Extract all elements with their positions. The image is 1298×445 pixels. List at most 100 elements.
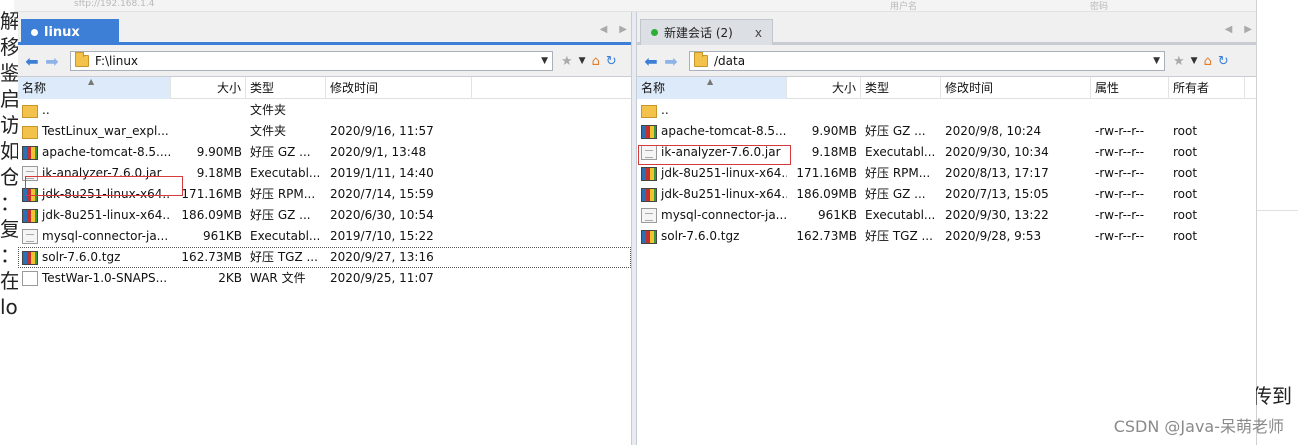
- column-name[interactable]: ▲ 名称: [637, 77, 787, 99]
- background-text-column: 解 移 鉴 启 访 如 仓 ： 复 ： 在 lo: [0, 8, 18, 320]
- file-row[interactable]: jdk-8u251-linux-x64... 171.16MB 好压 RPM... 2…: [18, 184, 631, 205]
- remote-column-header: ▲ 名称 大小 类型 修改时间 属性 所有者: [637, 77, 1256, 99]
- file-owner: [1169, 100, 1245, 121]
- tab-new-session-2[interactable]: 新建会话 (2) x: [640, 19, 773, 45]
- local-path-input[interactable]: F:\linux ▼: [70, 51, 553, 71]
- file-size: 961KB: [202, 229, 242, 243]
- background-right-margin: [1256, 0, 1298, 445]
- chevron-down-icon[interactable]: ▼: [1153, 56, 1160, 66]
- bookmark-star-icon[interactable]: ★: [561, 54, 573, 69]
- bookmark-star-icon[interactable]: ★: [1173, 54, 1185, 69]
- remote-path-text: /data: [714, 54, 746, 68]
- column-type[interactable]: 类型: [861, 77, 941, 99]
- column-attributes[interactable]: 属性: [1091, 77, 1169, 99]
- home-folder-icon[interactable]: ⌂: [592, 54, 600, 69]
- file-row[interactable]: apache-tomcat-8.5.... 9.90MB 好压 GZ ... 2020…: [18, 142, 631, 163]
- background-user-label: 用户名: [890, 2, 918, 12]
- background-char: lo: [0, 295, 18, 319]
- column-modified[interactable]: 修改时间: [326, 77, 472, 99]
- file-row[interactable]: TestLinux_war_expl... 文件夹 2020/9/16, 11:57: [18, 121, 631, 142]
- background-char: 访: [0, 113, 18, 137]
- file-row[interactable]: mysql-connector-ja... 961KB Executabl... 20…: [18, 226, 631, 247]
- file-modified: 2020/6/30, 10:54: [330, 208, 434, 222]
- file-modified: 2020/9/28, 9:53: [945, 229, 1042, 243]
- file-modified: 2020/9/16, 11:57: [330, 124, 434, 138]
- tab-scroll-right-icon[interactable]: ▶: [1244, 24, 1252, 35]
- column-name[interactable]: ▲ 名称: [18, 77, 171, 99]
- column-type[interactable]: 类型: [246, 77, 326, 99]
- file-name: solr-7.6.0.tgz: [661, 229, 740, 243]
- bookmark-dropdown-icon[interactable]: ▼: [1191, 56, 1198, 66]
- remote-path-input[interactable]: /data ▼: [689, 51, 1165, 71]
- file-modified: 2020/9/30, 13:22: [945, 208, 1049, 222]
- tab-linux[interactable]: linux: [21, 19, 119, 45]
- column-size[interactable]: 大小: [787, 77, 861, 99]
- tab-scroll-right-icon[interactable]: ▶: [619, 24, 627, 35]
- file-owner: root: [1173, 145, 1198, 159]
- file-row[interactable]: solr-7.6.0.tgz 162.73MB 好压 TGZ ... 2020/9/2…: [637, 226, 1256, 247]
- tab-label: 新建会话 (2): [664, 26, 733, 40]
- bookmark-dropdown-icon[interactable]: ▼: [579, 56, 586, 66]
- file-row[interactable]: jdk-8u251-linux-x64... 186.09MB 好压 GZ ... 2…: [18, 205, 631, 226]
- file-name: ik-analyzer-7.6.0.jar: [661, 145, 781, 159]
- file-owner: root: [1173, 166, 1198, 180]
- file-type: 好压 TGZ ...: [865, 229, 933, 243]
- refresh-icon[interactable]: ↻: [606, 54, 617, 69]
- background-char: ：: [0, 243, 18, 267]
- file-size: 9.18MB: [811, 145, 857, 159]
- file-type: 文件夹: [250, 124, 287, 138]
- file-type: WAR 文件: [250, 271, 306, 285]
- file-name: TestWar-1.0-SNAPS...: [42, 271, 168, 285]
- local-pane: linux ◀ ▶ ⬅ ➡ F:\linux ▼ ★ ▼ ⌂ ↻ ▲ 名称 大小…: [18, 12, 631, 445]
- tab-scroll-left-icon[interactable]: ◀: [1225, 24, 1233, 35]
- sftp-client-window: linux ◀ ▶ ⬅ ➡ F:\linux ▼ ★ ▼ ⌂ ↻ ▲ 名称 大小…: [18, 12, 1256, 445]
- tab-label: linux: [44, 24, 80, 40]
- close-icon[interactable]: x: [755, 26, 762, 40]
- file-size: [171, 121, 246, 142]
- file-name-cell: jdk-8u251-linux-x64...: [637, 163, 787, 184]
- sort-ascending-icon: ▲: [707, 77, 714, 86]
- remote-toolbar: ★ ▼ ⌂ ↻: [1173, 54, 1229, 69]
- file-name-cell: ..: [18, 100, 171, 121]
- archive-icon: [22, 187, 38, 202]
- column-modified[interactable]: 修改时间: [941, 77, 1091, 99]
- refresh-icon[interactable]: ↻: [1218, 54, 1229, 69]
- file-row[interactable]: apache-tomcat-8.5.... 9.90MB 好压 GZ ... 2020…: [637, 121, 1256, 142]
- column-size[interactable]: 大小: [171, 77, 246, 99]
- file-name: jdk-8u251-linux-x64...: [661, 187, 787, 201]
- file-row[interactable]: .. 文件夹: [18, 100, 631, 121]
- tab-scroll-arrows: ◀ ▶: [600, 24, 627, 35]
- file-type: 好压 GZ ...: [250, 145, 311, 159]
- file-name-cell: TestLinux_war_expl...: [18, 121, 171, 142]
- chevron-down-icon[interactable]: ▼: [541, 56, 548, 66]
- file-size: 162.73MB: [181, 250, 242, 264]
- file-row[interactable]: TestWar-1.0-SNAPS... 2KB WAR 文件 2020/9/25, …: [18, 268, 631, 289]
- file-type: Executabl...: [250, 229, 321, 243]
- file-row[interactable]: ..: [637, 100, 1256, 121]
- file-row[interactable]: solr-7.6.0.tgz 162.73MB 好压 TGZ ... 2020/9/2…: [18, 247, 631, 268]
- file-row[interactable]: jdk-8u251-linux-x64... 171.16MB 好压 RPM... 2…: [637, 163, 1256, 184]
- background-char: 启: [0, 87, 18, 111]
- file-name: mysql-connector-ja...: [42, 229, 169, 243]
- file-owner: root: [1173, 124, 1198, 138]
- watermark: CSDN @Java-呆萌老师: [1113, 417, 1284, 436]
- back-arrow-icon[interactable]: ⬅: [22, 51, 42, 71]
- remote-rows: .. apache-tomcat-8.5.... 9.90MB 好压 GZ ... 20…: [637, 100, 1256, 247]
- column-owner[interactable]: 所有者: [1169, 77, 1245, 99]
- forward-arrow-icon[interactable]: ➡: [42, 51, 62, 71]
- file-row[interactable]: mysql-connector-ja... 961KB Executabl... 20…: [637, 205, 1256, 226]
- file-name: ..: [661, 103, 669, 117]
- file-row[interactable]: jdk-8u251-linux-x64... 186.09MB 好压 GZ ... 2…: [637, 184, 1256, 205]
- jar-icon: [641, 145, 657, 160]
- file-row[interactable]: ik-analyzer-7.6.0.jar 9.18MB Executabl... 2…: [637, 142, 1256, 163]
- tab-scroll-left-icon[interactable]: ◀: [600, 24, 608, 35]
- forward-arrow-icon[interactable]: ➡: [661, 51, 681, 71]
- background-char: ：: [0, 191, 18, 215]
- file-icon: [22, 271, 38, 286]
- file-type: 好压 RPM...: [865, 166, 931, 180]
- background-char: 解: [0, 9, 18, 33]
- home-folder-icon[interactable]: ⌂: [1204, 54, 1212, 69]
- back-arrow-icon[interactable]: ⬅: [641, 51, 661, 71]
- file-name-cell: jdk-8u251-linux-x64...: [18, 205, 171, 226]
- file-row[interactable]: ik-analyzer-7.6.0.jar 9.18MB Executabl... 2…: [18, 163, 631, 184]
